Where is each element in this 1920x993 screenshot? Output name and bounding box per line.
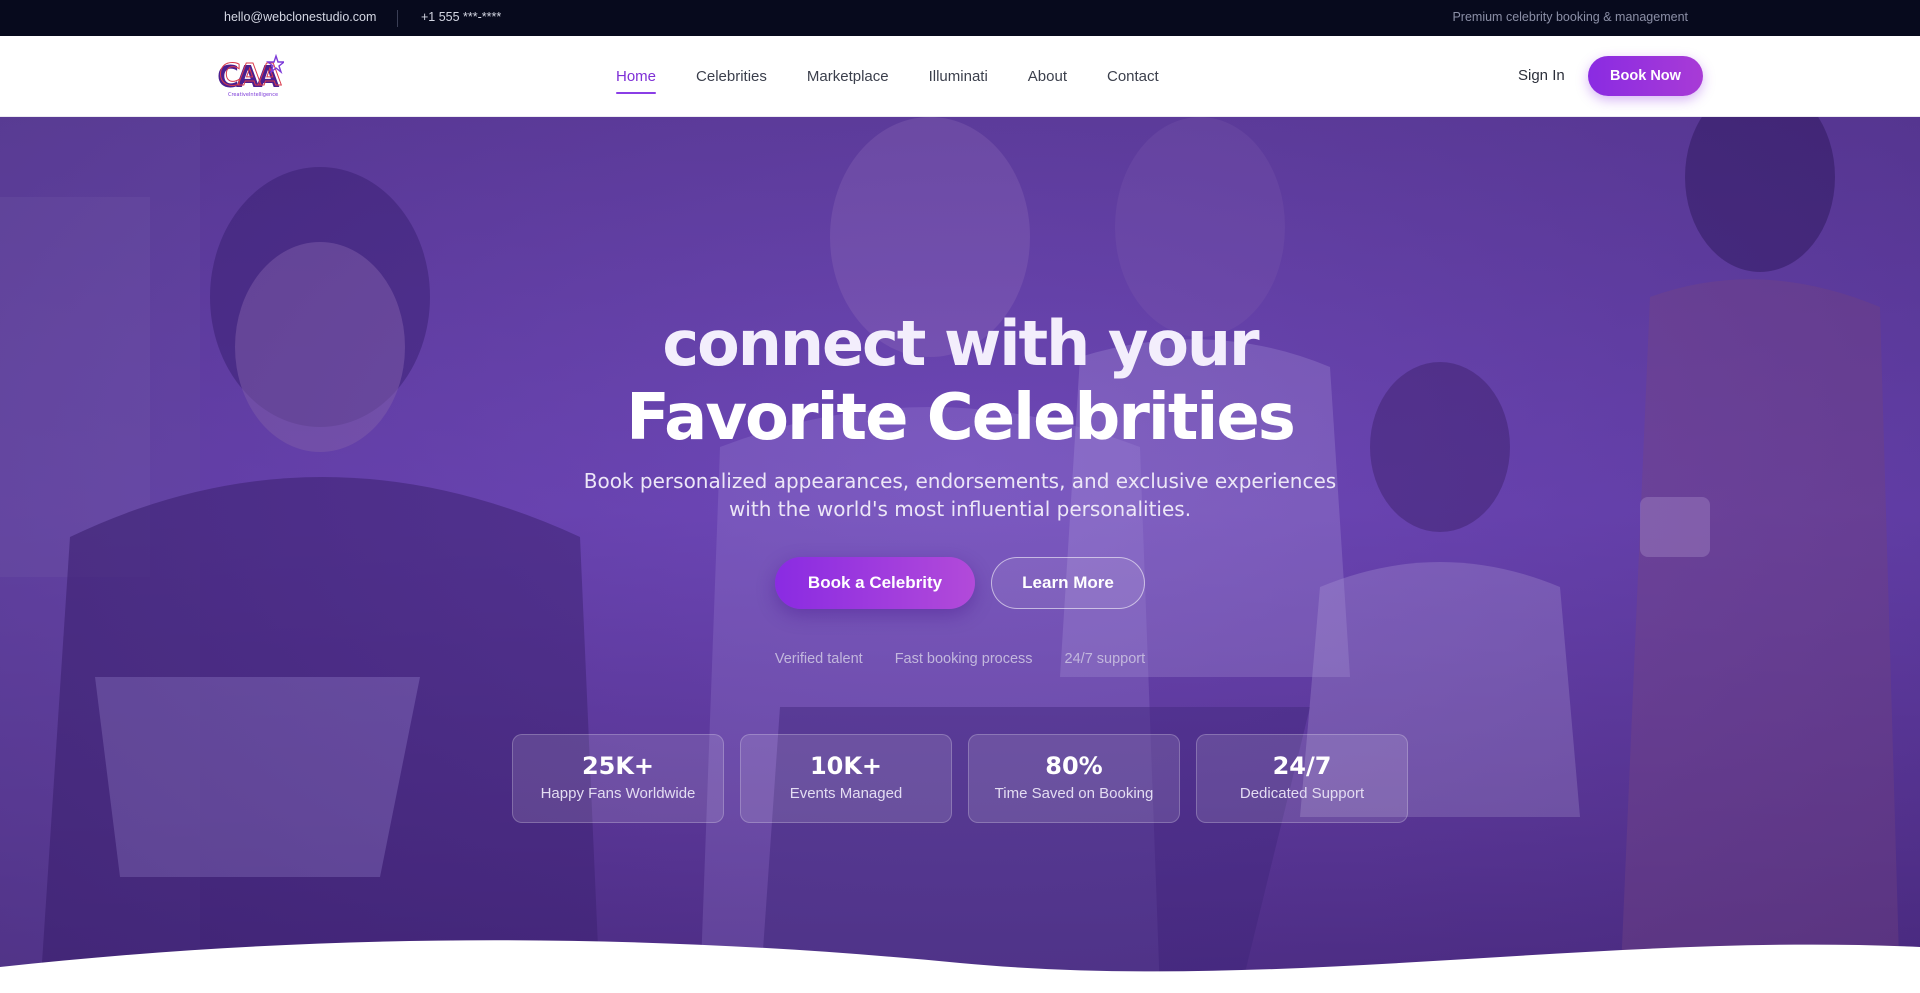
feature-item: 24/7 support	[1064, 651, 1146, 667]
hero-subtitle: Book personalized appearances, endorseme…	[583, 469, 1337, 521]
stat-card: 25K+ Happy Fans Worldwide	[512, 734, 724, 823]
nav-illuminati[interactable]: Illuminati	[929, 68, 988, 85]
stat-value: 24/7	[1272, 752, 1332, 780]
hero-title-line2: Favorite Celebrities	[626, 381, 1296, 455]
brand-logo[interactable]: CAA CAA CreativeIntelligence	[216, 54, 284, 98]
stat-value: 25K+	[581, 752, 655, 780]
stat-card: 10K+ Events Managed	[740, 734, 952, 823]
nav-celebrities[interactable]: Celebrities	[696, 68, 767, 85]
contact-email[interactable]: hello@webclonestudio.com	[224, 10, 376, 24]
nav-marketplace[interactable]: Marketplace	[807, 68, 889, 85]
book-celebrity-button[interactable]: Book a Celebrity	[775, 557, 975, 609]
logo-subtext: CreativeIntelligence	[228, 92, 278, 98]
feature-list: Verified talent Fast booking process 24/…	[0, 651, 1920, 667]
hero-title: connect with your Favorite Celebrities	[0, 312, 1920, 455]
main-navbar: CAA CAA CreativeIntelligence Home Celebr…	[0, 36, 1920, 117]
hero-bottom-wave	[0, 940, 1920, 993]
stat-card: 80% Time Saved on Booking	[968, 734, 1180, 823]
stat-label: Happy Fans Worldwide	[540, 785, 696, 802]
learn-more-button[interactable]: Learn More	[991, 557, 1145, 609]
nav-about[interactable]: About	[1028, 68, 1067, 85]
hero-overlay	[0, 117, 1920, 993]
logo-text-outline: CAA	[219, 58, 282, 93]
feature-item: Verified talent	[774, 651, 863, 667]
hero-title-line1-a: connect	[662, 307, 945, 380]
stat-value: 80%	[1045, 752, 1103, 780]
stat-value: 10K+	[809, 752, 883, 780]
stat-card: 24/7 Dedicated Support	[1196, 734, 1408, 823]
hero-title-line1-b: with your	[944, 307, 1260, 380]
topbar-tagline: Premium celebrity booking & management	[1452, 10, 1688, 24]
feature-item: Fast booking process	[894, 651, 1033, 667]
stat-label: Time Saved on Booking	[994, 785, 1154, 802]
top-bar: hello@webclonestudio.com +1 555 ***-****…	[0, 0, 1920, 36]
sign-in-link[interactable]: Sign In	[1518, 67, 1565, 84]
contact-phone[interactable]: +1 555 ***-****	[421, 10, 501, 24]
stats-row: 25K+ Happy Fans Worldwide 10K+ Events Ma…	[512, 734, 1408, 823]
nav-home[interactable]: Home	[616, 68, 657, 94]
topbar-divider	[397, 10, 398, 27]
stat-label: Events Managed	[789, 785, 903, 802]
book-now-button[interactable]: Book Now	[1588, 56, 1703, 96]
nav-contact[interactable]: Contact	[1107, 68, 1159, 85]
hero-section: connect with your Favorite Celebrities B…	[0, 117, 1920, 993]
nav-links: Home Celebrities Marketplace Illuminati …	[616, 68, 1159, 94]
stat-label: Dedicated Support	[1239, 785, 1365, 802]
